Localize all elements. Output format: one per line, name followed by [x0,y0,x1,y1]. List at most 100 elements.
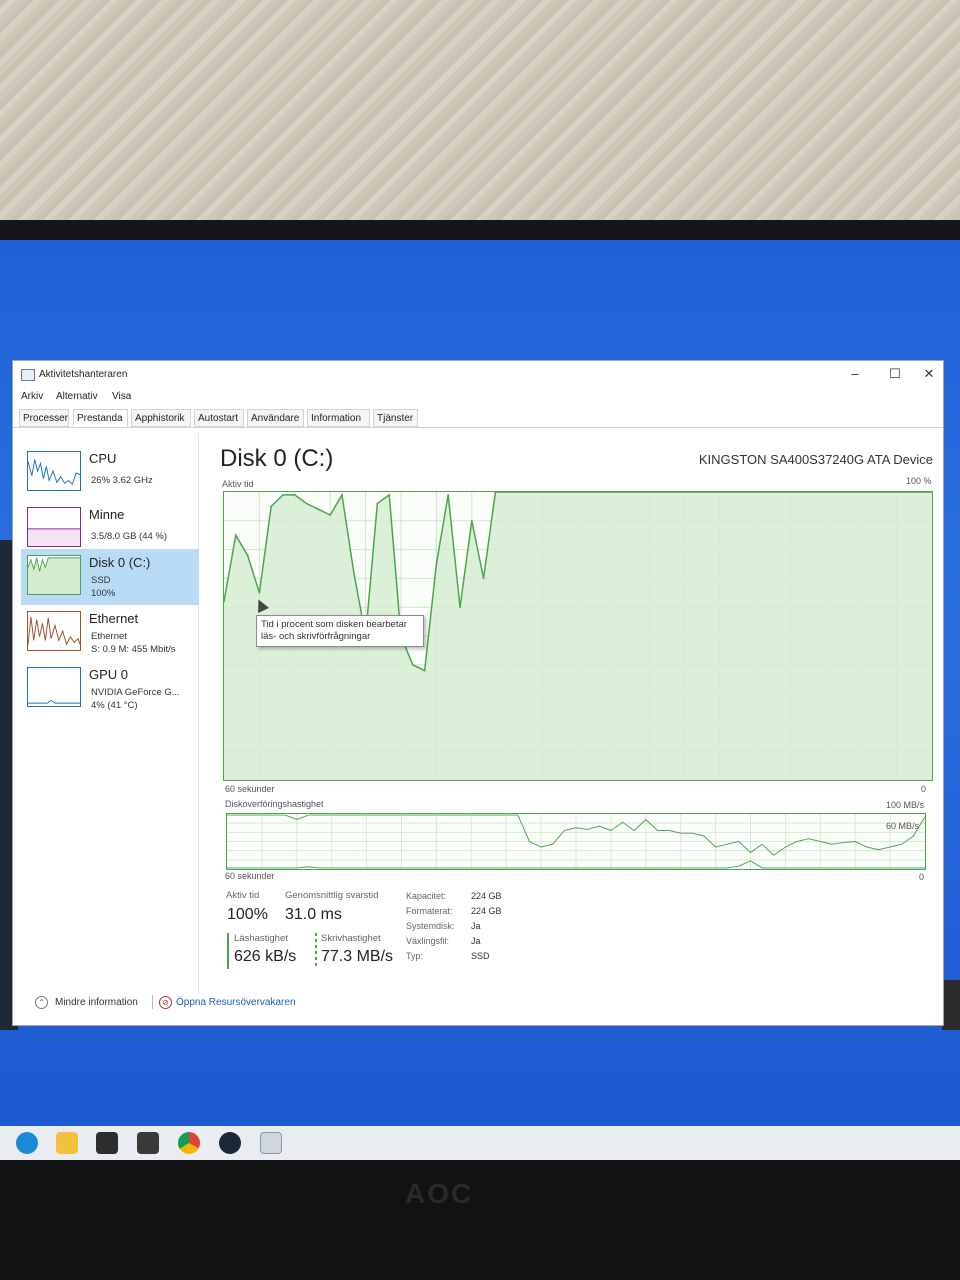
write-speed-value: 77.3 MB/s [321,948,394,965]
capacity-label: Kapacitet: [406,891,447,901]
response-time-value: 31.0 ms [285,906,342,923]
active-time-point [376,502,379,505]
file-explorer-icon[interactable] [56,1132,78,1154]
sidebar-item-detail: SSD [91,575,111,586]
footer-divider [152,995,153,1009]
footer: ⌃ Mindre information ⊘ Öppna Resursöverv… [13,991,943,1015]
formatted-value: 224 GB [471,906,502,916]
window-title: Aktivitetshanteraren [39,369,128,380]
sidebar-item-detail-2: 4% (41 °C) [91,700,138,711]
sidebar-item-disk-0[interactable]: Disk 0 (C:) SSD 100% [21,549,199,605]
menu-arkiv[interactable]: Arkiv [21,391,43,402]
sidebar-item-detail-2: S: 0.9 M: 455 Mbit/s [91,644,176,655]
monitor-bezel-top [0,220,960,242]
active-time-point [459,606,461,608]
read-speed-label: Läshastighet [234,933,288,944]
system-disk-label: Systemdisk: [406,921,455,931]
sidebar-item-label: Disk 0 (C:) [89,555,151,570]
active-time-point [423,669,426,672]
tab-tjanster[interactable]: Tjänster [373,409,418,427]
active-time-point [353,571,355,574]
type-value: SSD [471,951,490,961]
active-time-point [435,563,438,565]
active-time-label: Aktiv tid [226,890,260,901]
edge-icon[interactable] [16,1132,38,1154]
sidebar-item-detail: Ethernet [91,631,127,642]
task-manager-icon [21,369,35,381]
device-name: KINGSTON SA400S37240G ATA Device [698,452,933,467]
ethernet-thumbnail-graph [27,611,81,651]
menu-visa[interactable]: Visa [112,391,131,402]
less-info-link[interactable]: Mindre information [55,997,138,1008]
task-manager-taskbar-icon[interactable] [260,1132,282,1154]
sidebar-item-label: CPU [89,451,117,466]
maximize-button[interactable]: ☐ [875,363,915,385]
tab-information[interactable]: Information [307,409,370,427]
cpu-thumbnail-graph [27,451,81,491]
active-time-point [388,494,391,496]
system-disk-value: Ja [471,921,481,931]
tab-anvandare[interactable]: Användare [247,409,304,427]
title-bar: Aktivitetshanteraren – ☐ ✕ [13,361,943,389]
tab-processer[interactable]: Processer [19,409,69,427]
write-speed-indicator [315,933,317,969]
response-time-label: Genomsnittlig svarstid [285,890,379,901]
active-time-point [317,508,320,511]
disk-thumbnail-graph [27,555,81,595]
task-manager-window: Aktivitetshanteraren – ☐ ✕ Arkiv Alterna… [12,360,944,1026]
wall-background [0,0,960,230]
tooltip: Tid i procent som disken bearbetar läs- … [256,615,424,647]
active-time-point [471,520,473,522]
formatted-label: Formaterat: [406,906,453,916]
steam-icon[interactable] [219,1132,241,1154]
resource-monitor-icon[interactable]: ⊘ [159,996,172,1009]
chevron-up-icon[interactable]: ⌃ [35,996,48,1009]
chart2-time-label: 60 sekunder [225,871,275,881]
chart2-max-label: 100 MB/s [886,800,925,810]
open-resource-monitor-link[interactable]: Öppna Resursövervakaren [176,997,296,1008]
read-speed-value: 626 kB/s [234,948,297,965]
chart1-max-label: 100 % [906,476,932,486]
write-speed-label: Skrivhastighet [321,933,381,944]
active-time-point [234,534,237,536]
page-file-label: Växlingsfil: [406,936,450,946]
sidebar-item-ethernet[interactable]: Ethernet Ethernet S: 0.9 M: 455 Mbit/s [21,605,199,661]
capacity-value: 224 GB [471,891,502,901]
sidebar-item-label: GPU 0 [89,667,129,682]
chart1-min-label: 0 [921,784,927,794]
active-time-point [282,494,284,496]
page-file-value: Ja [471,936,481,946]
gpu-thumbnail-graph [27,667,81,707]
active-time-point [246,554,249,557]
active-time-point [258,592,261,594]
active-time-value: 100% [227,906,268,923]
read-speed-indicator [227,933,229,969]
active-time-point [270,505,272,508]
active-time-point [482,577,485,580]
tab-prestanda[interactable]: Prestanda [73,409,128,427]
sidebar-item-label: Minne [89,507,125,522]
active-time-point [294,494,296,496]
chart2-mid-label: 60 MB/s [886,821,920,831]
menu-bar: Arkiv Alternativ Visa [13,389,943,407]
chrome-icon[interactable] [178,1132,200,1154]
sidebar-item-gpu-0[interactable]: GPU 0 NVIDIA GeForce G... 4% (41 °C) [21,661,199,717]
tab-autostart[interactable]: Autostart [194,409,244,427]
sidebar-item-detail: NVIDIA GeForce G... [91,687,180,698]
active-time-point [447,494,449,496]
sidebar-item-cpu[interactable]: CPU 26% 3.62 GHz [21,445,199,501]
active-time-point [341,494,343,496]
sidebar-item-detail: 3.5/8.0 GB (44 %) [91,531,168,542]
close-button[interactable]: ✕ [915,363,943,385]
performance-sidebar: CPU 26% 3.62 GHz Minne 3.5/8.0 GB (44 %)… [21,433,199,993]
type-label: Typ: [406,951,424,961]
page-title: Disk 0 (C:) [220,445,334,472]
menu-alternativ[interactable]: Alternativ [56,391,98,402]
background-window-edge-right [942,980,960,1030]
chart1-label: Aktiv tid [222,479,254,489]
mail-icon[interactable] [137,1132,159,1154]
chart2-label: Diskoverföringshastighet [225,799,324,809]
store-icon[interactable] [96,1132,118,1154]
minimize-button[interactable]: – [835,363,875,385]
tab-apphistorik[interactable]: Apphistorik [131,409,191,427]
